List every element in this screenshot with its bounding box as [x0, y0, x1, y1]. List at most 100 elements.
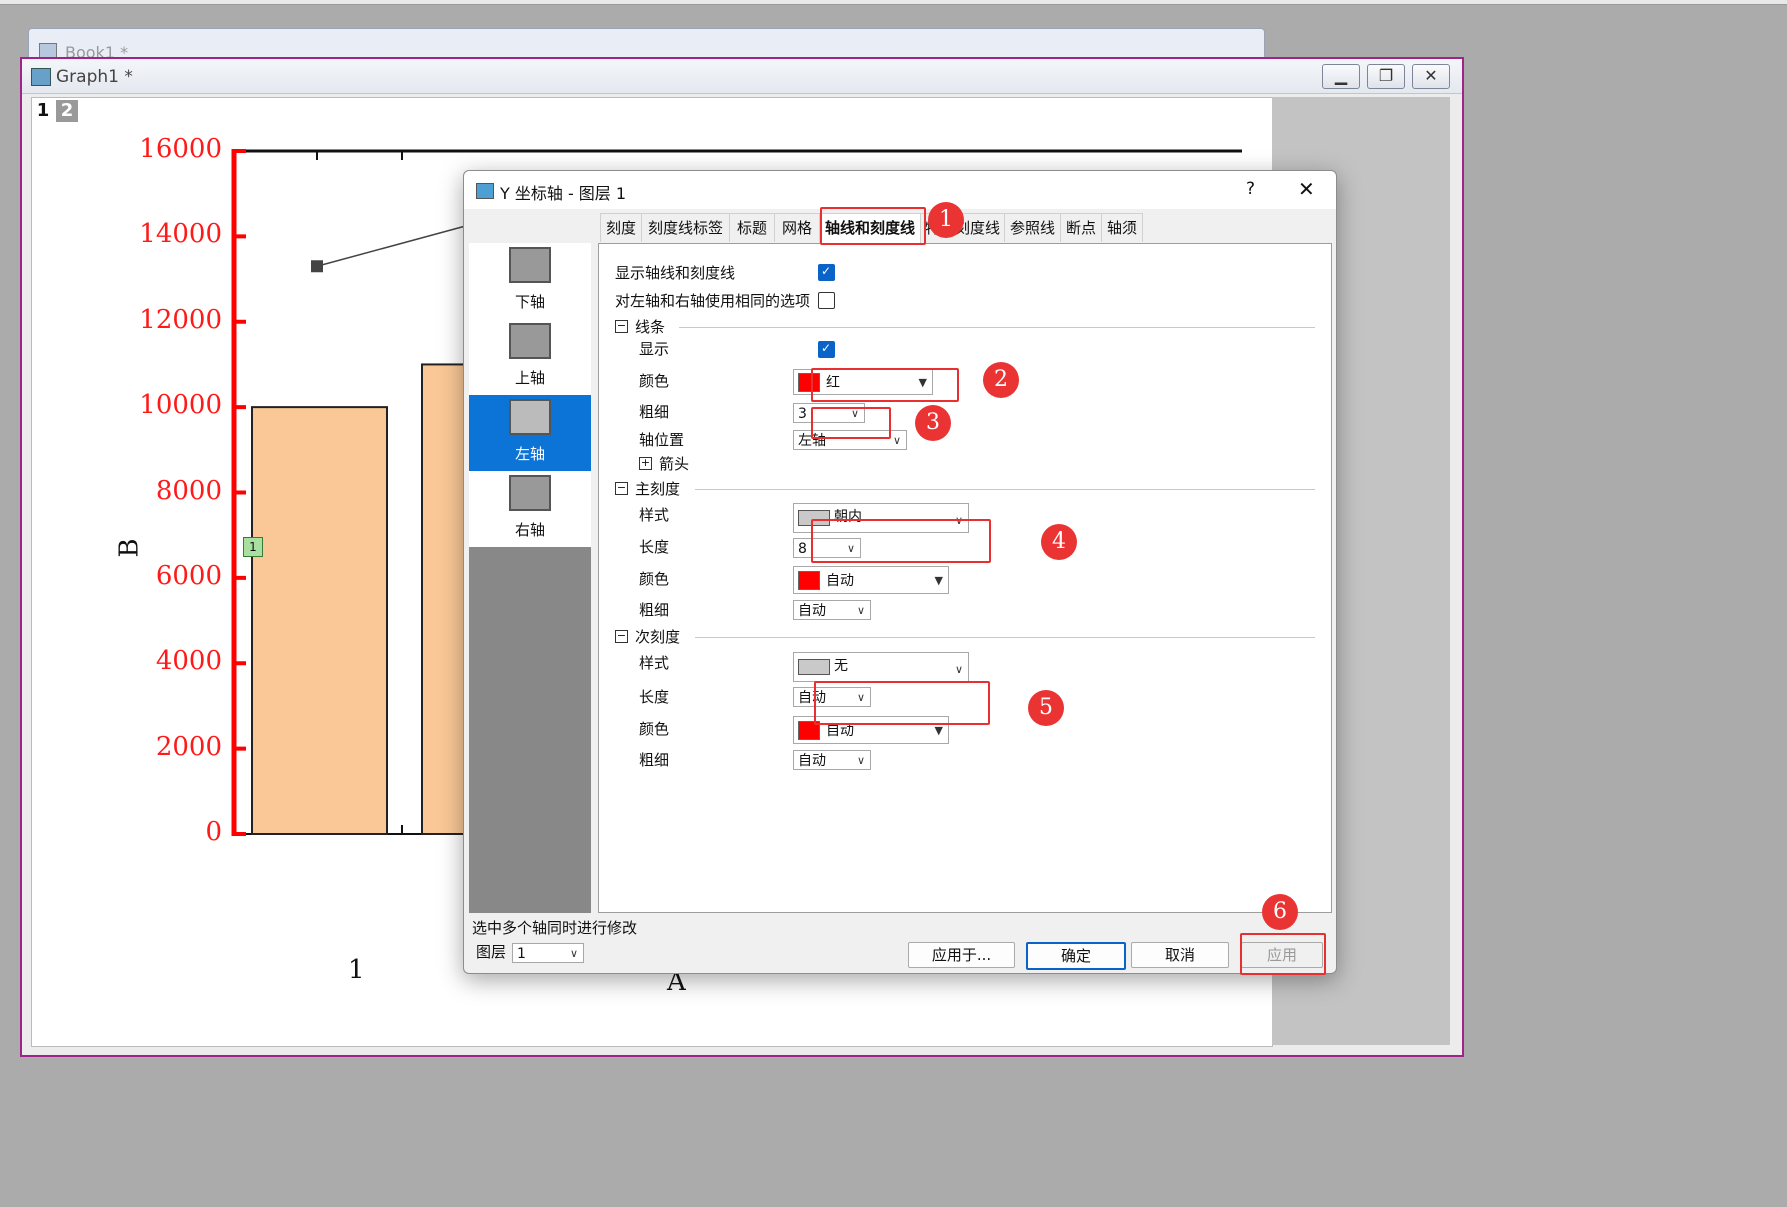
y-tick-label: 4000	[155, 646, 222, 677]
minor-style-select[interactable]: 无 ∨	[793, 652, 969, 682]
highlight-thickness	[811, 407, 891, 439]
arrow-label: 箭头	[659, 455, 690, 473]
chevron-down-icon: ∨	[856, 604, 865, 617]
axis-icon	[509, 399, 551, 435]
line-color-label: 颜色	[639, 372, 670, 390]
chevron-down-icon: ∨	[954, 663, 963, 676]
axis-item-right[interactable]: 右轴	[469, 471, 591, 547]
same-options-checkbox[interactable]	[818, 292, 835, 309]
annotation-badge-6: 6	[1262, 894, 1298, 930]
section-divider	[695, 637, 1315, 638]
highlight-apply	[1240, 933, 1326, 975]
axis-item-label: 下轴	[514, 293, 545, 311]
minor-thickness-label: 粗细	[639, 751, 670, 769]
major-thickness-select[interactable]: 自动 ∨	[793, 600, 871, 620]
show-axes-label: 显示轴线和刻度线	[615, 264, 736, 282]
cancel-button[interactable]: 取消	[1131, 942, 1229, 968]
y-tick-label: 6000	[155, 560, 222, 591]
axis-list[interactable]: 下轴 上轴 左轴 右轴	[469, 243, 591, 913]
tab-breaks[interactable]: 断点	[1060, 213, 1102, 242]
y-tick-label: 16000	[139, 134, 222, 164]
same-options-label: 对左轴和右轴使用相同的选项	[615, 292, 811, 310]
tab-content: 显示轴线和刻度线 对左轴和右轴使用相同的选项 − 线条 显示 颜色 红 ▼ 粗细…	[598, 243, 1332, 913]
series-line	[316, 223, 473, 267]
multi-select-hint: 选中多个轴同时进行修改	[472, 919, 638, 937]
section-divider	[679, 327, 1315, 328]
tick-style-icon	[798, 659, 830, 675]
axis-position-label: 轴位置	[639, 431, 685, 449]
tab-rug[interactable]: 轴须	[1101, 213, 1143, 242]
y-axis-title: B	[114, 538, 145, 558]
dialog-title: Y 坐标轴 - 图层 1	[500, 184, 627, 203]
axis-item-label: 左轴	[514, 445, 545, 463]
section-divider	[695, 489, 1315, 490]
y-tick-label: 14000	[139, 219, 222, 250]
minor-thickness-select[interactable]: 自动 ∨	[793, 750, 871, 770]
line-show-label: 显示	[639, 340, 670, 358]
axis-item-label: 上轴	[514, 369, 545, 387]
y-tick-label: 0	[205, 817, 222, 847]
ok-button[interactable]: 确定	[1026, 942, 1126, 970]
annotation-badge-2: 2	[983, 362, 1019, 398]
y-axis-dialog[interactable]: Y 坐标轴 - 图层 1 ? ✕ 刻度 刻度线标签 标题 网格 轴线和刻度线 特…	[463, 170, 1337, 975]
minor-length-label: 长度	[639, 688, 670, 706]
layer-select[interactable]: 1 ∨	[512, 943, 584, 963]
major-section-title: 主刻度	[635, 480, 681, 498]
major-style-label: 样式	[639, 506, 670, 524]
highlight-minor-style	[814, 681, 990, 725]
annotation-badge-4: 4	[1041, 524, 1077, 560]
chevron-down-icon: ∨	[569, 947, 578, 960]
dialog-close-button[interactable]: ✕	[1298, 177, 1315, 201]
y-tick-label: 2000	[155, 731, 222, 762]
collapse-major-icon[interactable]: −	[615, 482, 628, 495]
expand-arrow-icon[interactable]: +	[639, 457, 652, 470]
x-tick-label: 1	[348, 955, 365, 985]
major-length-label: 长度	[639, 538, 670, 556]
layer-label: 图层	[476, 943, 507, 961]
major-thickness-label: 粗细	[639, 601, 670, 619]
color-swatch	[798, 571, 820, 590]
tab-scale[interactable]: 刻度	[600, 213, 642, 242]
minor-color-label: 颜色	[639, 720, 670, 738]
y-tick-label: 8000	[155, 475, 222, 506]
line-section-title: 线条	[635, 318, 666, 336]
y-tick-label: 10000	[139, 390, 222, 421]
apply-to-button[interactable]: 应用于...	[908, 942, 1015, 968]
axis-item-left[interactable]: 左轴	[469, 395, 591, 471]
major-color-select[interactable]: 自动 ▼	[793, 566, 949, 594]
bar	[251, 406, 388, 835]
annotation-badge-1: 1	[928, 202, 964, 238]
dropdown-arrow-icon: ▼	[934, 574, 943, 587]
axis-icon	[509, 247, 551, 283]
layer-marker[interactable]: 1	[243, 537, 263, 557]
highlight-major-style	[811, 519, 991, 563]
collapse-minor-icon[interactable]: −	[615, 630, 628, 643]
minor-style-value: 无	[834, 658, 848, 674]
line-thickness-value: 3	[798, 406, 807, 422]
dialog-titlebar[interactable]: Y 坐标轴 - 图层 1 ? ✕	[464, 171, 1336, 209]
minor-thickness-value: 自动	[798, 753, 826, 769]
axis-icon	[509, 475, 551, 511]
highlight-tab	[820, 207, 926, 245]
collapse-line-icon[interactable]: −	[615, 320, 628, 333]
line-thickness-label: 粗细	[639, 403, 670, 421]
tab-grid[interactable]: 网格	[774, 213, 820, 242]
chevron-down-icon: ∨	[892, 434, 901, 447]
layer-value: 1	[517, 946, 526, 962]
tab-title[interactable]: 标题	[729, 213, 775, 242]
axis-item-top[interactable]: 上轴	[469, 319, 591, 395]
minor-style-label: 样式	[639, 654, 670, 672]
tab-reference-lines[interactable]: 参照线	[1004, 213, 1061, 242]
annotation-badge-3: 3	[915, 405, 951, 441]
chevron-down-icon: ∨	[856, 754, 865, 767]
major-color-value: 自动	[826, 573, 854, 589]
axis-icon	[509, 323, 551, 359]
minor-section-title: 次刻度	[635, 628, 681, 646]
highlight-color	[811, 368, 959, 402]
show-axes-checkbox[interactable]	[818, 264, 835, 281]
major-length-value: 8	[798, 541, 807, 557]
axis-item-bottom[interactable]: 下轴	[469, 243, 591, 319]
line-show-checkbox[interactable]	[818, 341, 835, 358]
help-button[interactable]: ?	[1246, 179, 1255, 199]
tab-tick-labels[interactable]: 刻度线标签	[641, 213, 730, 242]
